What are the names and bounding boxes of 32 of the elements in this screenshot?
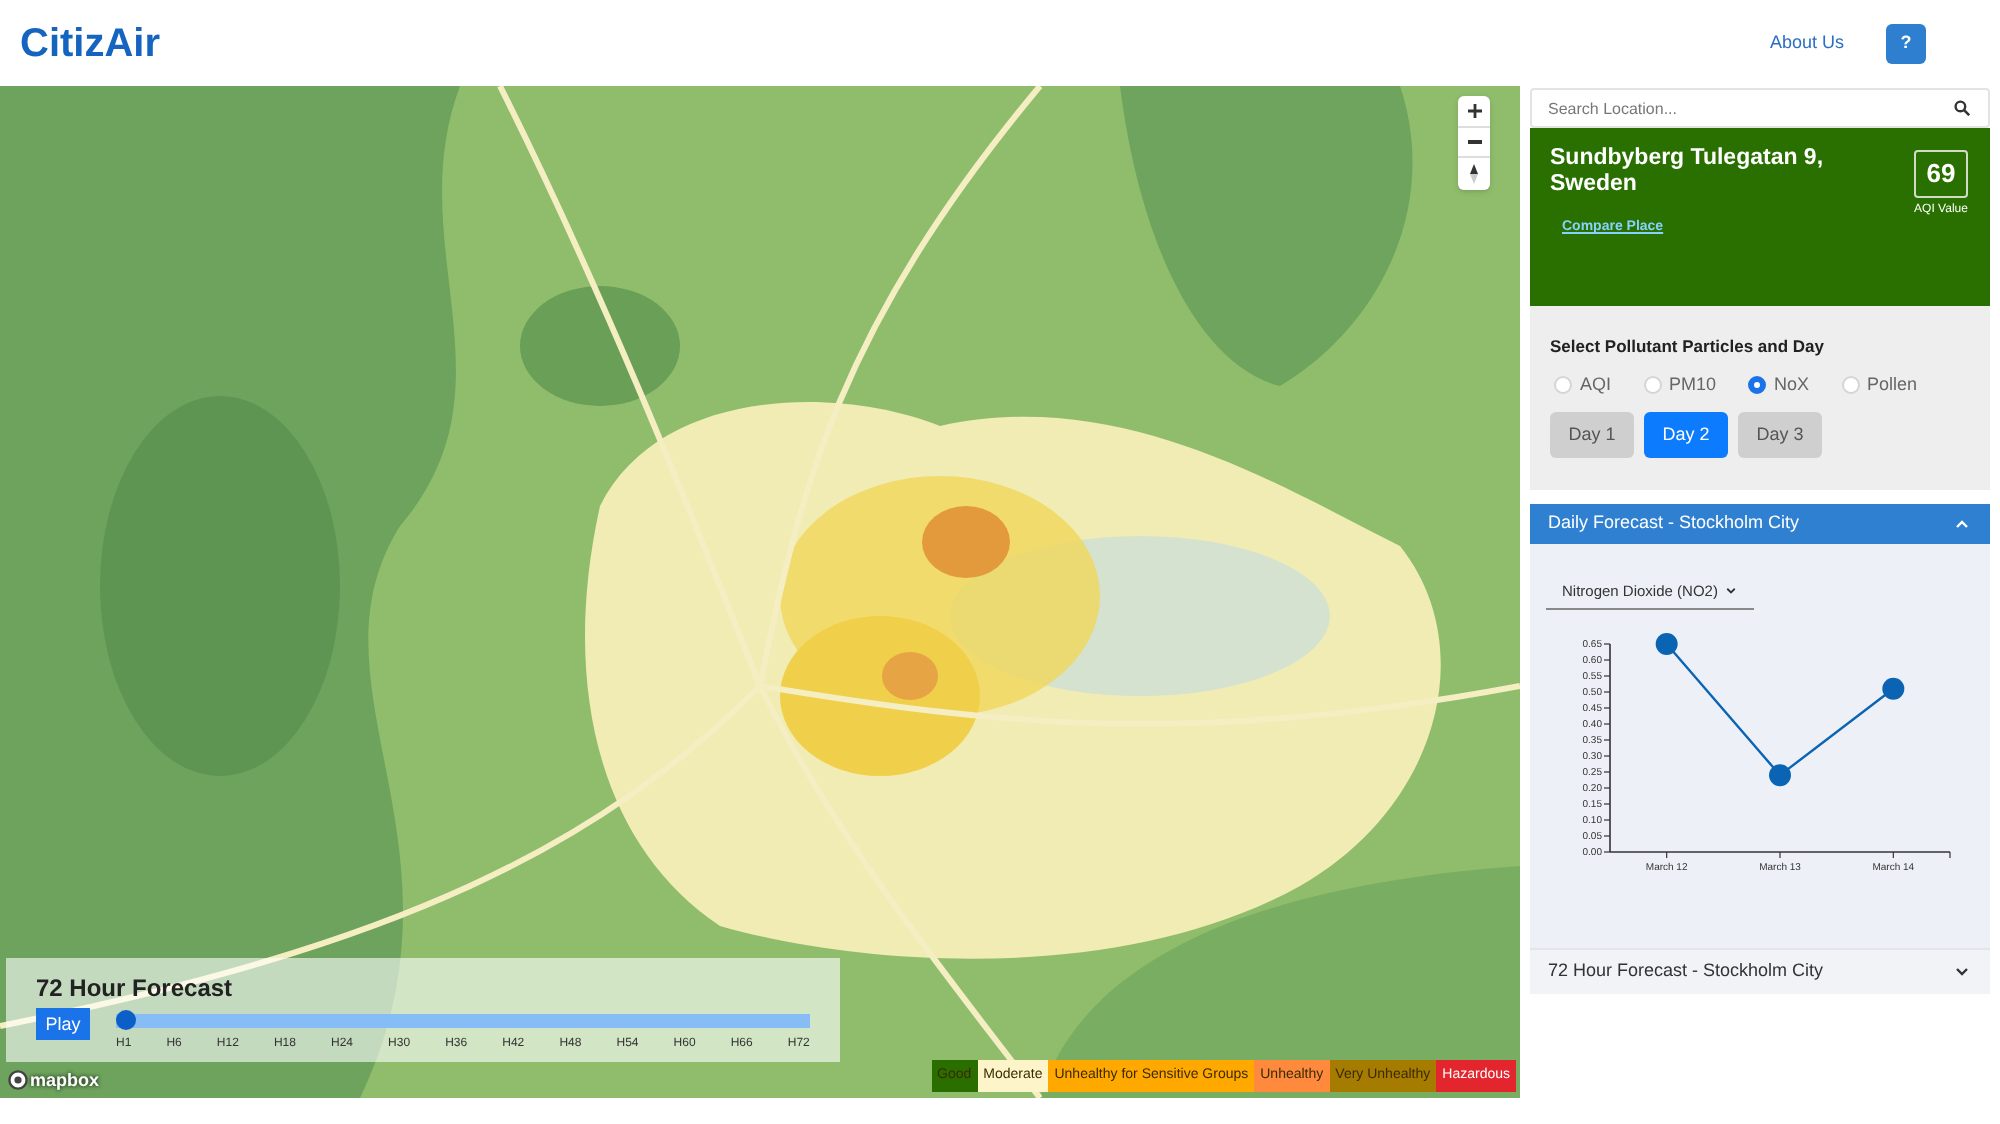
plus-icon [1467,104,1481,118]
data-point[interactable] [1882,677,1905,700]
forecast-player-title: 72 Hour Forecast [36,974,235,1002]
accordion-header[interactable]: Daily Forecast - Stockholm City [1530,504,1990,544]
day-button[interactable]: Day 2 [1644,412,1728,458]
data-point[interactable] [1655,633,1678,655]
data-point[interactable] [1769,764,1791,787]
search-field[interactable]: Search Location... [1530,88,1990,128]
play-button[interactable]: Play [36,1008,90,1040]
accordion-header[interactable]: 72 Hour Forecast - Stockholm City [1530,948,1990,994]
compass-icon [1470,164,1478,184]
nav-link[interactable]: About Us [1769,29,1844,57]
radio-icon[interactable] [1748,376,1767,394]
aqi-value: 69 [1914,150,1968,198]
search-icon[interactable] [1954,100,1970,116]
timeline-slider[interactable] [116,1010,810,1030]
chevron-down-icon [1725,588,1736,594]
pollutant-option[interactable]: AQI [1554,376,1612,394]
chevron-up-icon [1956,520,1968,528]
selector-title: Select Pollutant Particles and Day [1550,336,1826,356]
help-button[interactable]: ? [1886,23,1926,63]
pollutant-option[interactable]: PM10 [1643,376,1717,394]
pollutant-option[interactable]: NoX [1748,376,1810,394]
chevron-down-icon [1956,968,1968,976]
day-button[interactable]: Day 1 [1550,412,1634,458]
app-logo[interactable]: CitizAir [20,23,160,63]
mapbox-logo-icon [8,1070,28,1090]
pollutant-option[interactable]: Pollen [1841,376,1918,394]
mapbox-logo-text: mapbox [30,1071,100,1089]
location-name: Sundbyberg Tulegatan 9, Sweden [1550,146,1826,198]
day-button[interactable]: Day 3 [1738,412,1822,458]
minus-icon [1467,140,1481,144]
